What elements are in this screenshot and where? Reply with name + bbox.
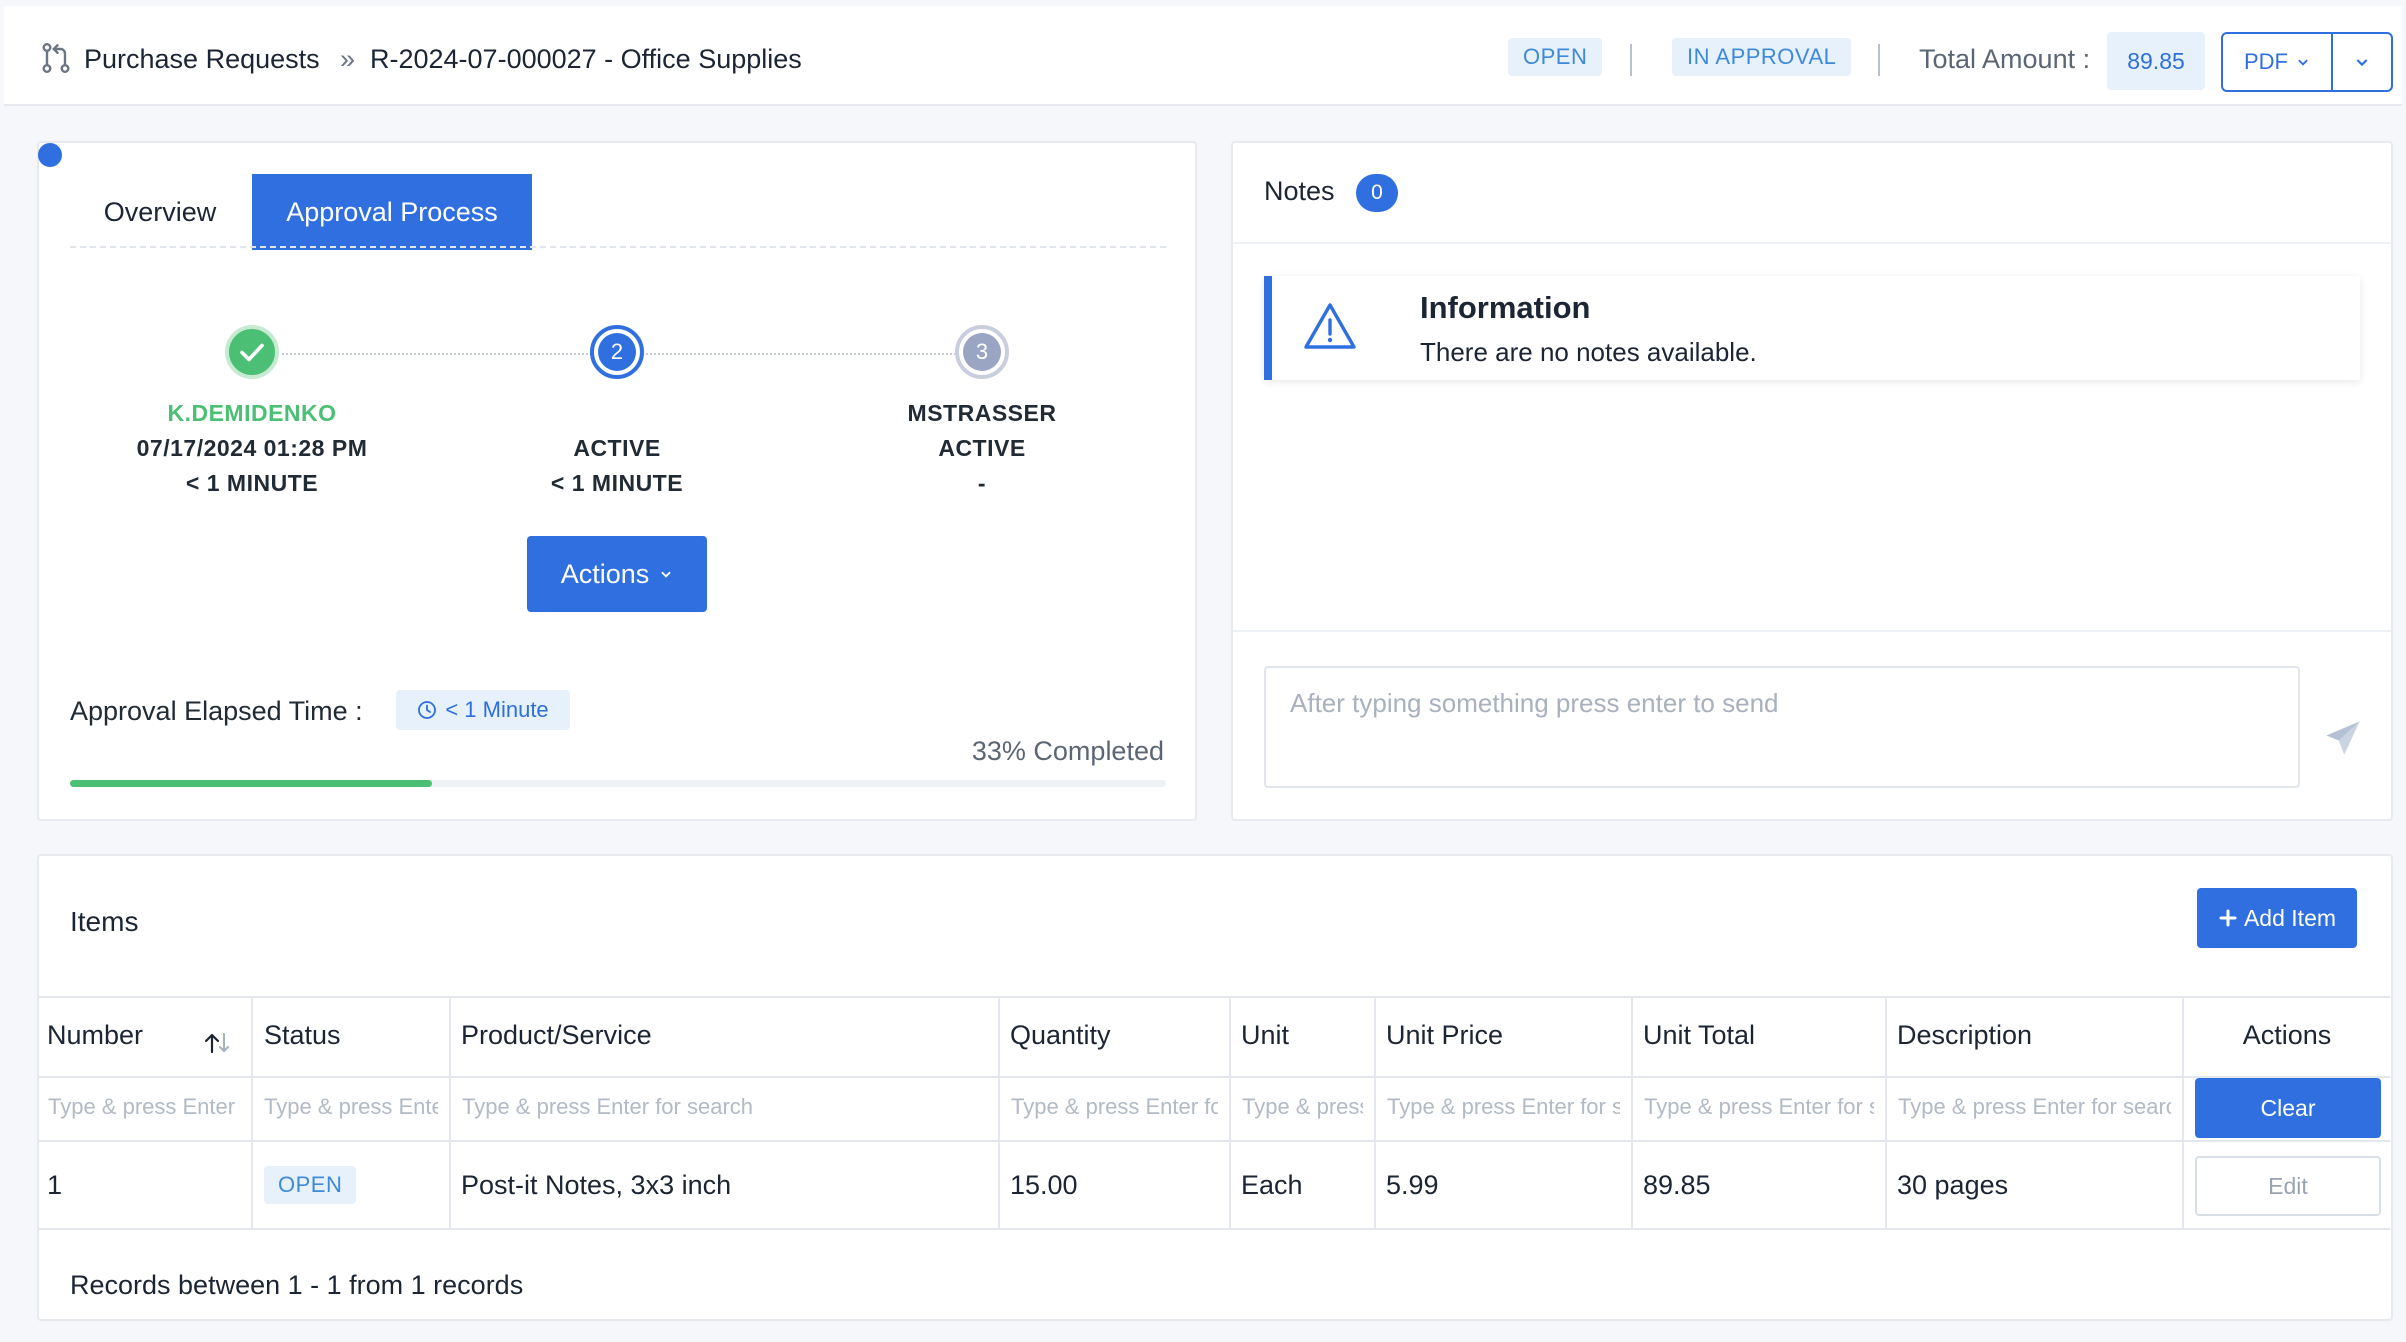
progress-bar-fill bbox=[70, 780, 432, 787]
step-1-name: K.DEMIDENKO bbox=[167, 400, 337, 426]
column-header-unit-price[interactable]: Unit Price bbox=[1386, 1020, 1503, 1051]
cell-unit-price: 5.99 bbox=[1386, 1170, 1439, 1200]
clock-icon bbox=[418, 701, 437, 719]
records-summary: Records between 1 - 1 from 1 records bbox=[70, 1270, 524, 1300]
completion-text: 33% Completed bbox=[971, 736, 1164, 766]
cell-unit: Each bbox=[1241, 1170, 1303, 1200]
table-border bbox=[251, 998, 253, 1230]
table-border bbox=[38, 1228, 2390, 1230]
check-icon bbox=[240, 343, 264, 362]
notes-title: Notes bbox=[1264, 176, 1335, 206]
actions-button-label: Actions bbox=[560, 558, 650, 589]
warning-triangle-icon bbox=[1304, 303, 1356, 349]
notes-divider bbox=[1233, 242, 2391, 244]
filter-unit-total-input[interactable] bbox=[1634, 1078, 1884, 1136]
filter-unit-input[interactable] bbox=[1232, 1078, 1373, 1136]
table-border bbox=[38, 1140, 2390, 1142]
notes-divider bbox=[1233, 630, 2391, 632]
elapsed-time-badge: < 1 Minute bbox=[396, 690, 570, 730]
cell-unit-total: 89.85 bbox=[1643, 1170, 1711, 1200]
cell-product: Post-it Notes, 3x3 inch bbox=[461, 1170, 732, 1200]
step-1-date: 07/17/2024 01:28 PM bbox=[136, 435, 368, 461]
progress-bar bbox=[70, 780, 1166, 787]
column-header-quantity[interactable]: Quantity bbox=[1010, 1020, 1111, 1051]
filter-number-input[interactable] bbox=[38, 1078, 250, 1136]
column-header-status[interactable]: Status bbox=[264, 1020, 341, 1051]
step-1-completed bbox=[225, 325, 279, 379]
edit-row-button[interactable]: Edit bbox=[2195, 1156, 2381, 1216]
step-1-duration: < 1 MINUTE bbox=[185, 470, 319, 496]
filter-status-input[interactable] bbox=[254, 1078, 448, 1136]
total-amount-value: 89.85 bbox=[2107, 32, 2205, 90]
step-connector bbox=[282, 353, 592, 355]
filter-description-input[interactable] bbox=[1888, 1078, 2181, 1136]
step-2-duration: < 1 MINUTE bbox=[550, 470, 684, 496]
cell-status-badge: OPEN bbox=[264, 1166, 357, 1204]
step-3-pending: 3 bbox=[955, 325, 1009, 379]
plus-icon bbox=[2219, 909, 2237, 927]
elapsed-time-label: Approval Elapsed Time : bbox=[70, 696, 363, 726]
info-alert-text: There are no notes available. bbox=[1420, 337, 1757, 367]
status-badge-open: OPEN bbox=[1508, 38, 1603, 76]
breadcrumb-root-link[interactable]: Purchase Requests bbox=[84, 44, 320, 75]
git-pull-request-icon bbox=[42, 42, 70, 73]
items-title: Items bbox=[70, 906, 139, 937]
page-header: Purchase Requests » R-2024-07-000027 - O… bbox=[4, 6, 2402, 106]
note-input[interactable] bbox=[1264, 666, 2300, 788]
tab-overview[interactable]: Overview bbox=[72, 174, 248, 250]
column-header-unit-total[interactable]: Unit Total bbox=[1643, 1020, 1755, 1051]
chevron-down-icon bbox=[661, 571, 672, 578]
cell-number: 1 bbox=[47, 1170, 63, 1200]
tab-divider bbox=[70, 246, 1166, 248]
column-header-unit[interactable]: Unit bbox=[1241, 1020, 1289, 1051]
table-border bbox=[998, 998, 1000, 1230]
tab-approval-process[interactable]: Approval Process bbox=[252, 174, 532, 250]
notes-count-badge: 0 bbox=[1356, 174, 1398, 212]
indicator-dot bbox=[38, 143, 62, 167]
chevron-down-icon bbox=[2298, 59, 2308, 66]
sort-ascending-icon[interactable] bbox=[202, 1030, 234, 1056]
table-border bbox=[449, 998, 451, 1230]
total-amount-label: Total Amount : bbox=[1919, 44, 2091, 74]
actions-dropdown-button[interactable]: Actions bbox=[527, 536, 707, 612]
step-3-duration: - bbox=[977, 470, 987, 496]
add-item-label: Add Item bbox=[2243, 904, 2337, 931]
column-header-product[interactable]: Product/Service bbox=[461, 1020, 652, 1051]
cell-quantity: 15.00 bbox=[1010, 1170, 1078, 1200]
breadcrumb-separator: » bbox=[340, 44, 356, 74]
send-icon[interactable] bbox=[2323, 718, 2363, 758]
header-divider bbox=[1878, 44, 1880, 76]
table-border bbox=[1631, 998, 1633, 1230]
step-number: 2 bbox=[598, 333, 636, 371]
filter-quantity-input[interactable] bbox=[1001, 1078, 1228, 1136]
step-number: 3 bbox=[963, 333, 1001, 371]
add-item-button[interactable]: Add Item bbox=[2197, 888, 2357, 948]
step-connector bbox=[646, 353, 956, 355]
filter-product-input[interactable] bbox=[452, 1078, 997, 1136]
step-3-name: MSTRASSER bbox=[907, 400, 1057, 426]
status-badge-in-approval: IN APPROVAL bbox=[1672, 38, 1852, 76]
info-alert-title: Information bbox=[1420, 290, 1591, 325]
step-2-status: ACTIVE bbox=[573, 435, 661, 461]
column-header-number[interactable]: Number bbox=[47, 1020, 143, 1051]
breadcrumb-current: R-2024-07-000027 - Office Supplies bbox=[370, 44, 802, 74]
table-border bbox=[1229, 998, 1231, 1230]
filter-unit-price-input[interactable] bbox=[1377, 1078, 1630, 1136]
step-2-current: 2 bbox=[590, 325, 644, 379]
pdf-button-label: PDF bbox=[2244, 49, 2288, 74]
elapsed-time-value: < 1 Minute bbox=[445, 697, 549, 722]
pdf-dropdown-toggle[interactable] bbox=[2331, 32, 2393, 92]
header-divider bbox=[1630, 44, 1632, 76]
chevron-down-icon bbox=[2356, 59, 2368, 67]
column-header-description[interactable]: Description bbox=[1897, 1020, 2032, 1051]
cell-description: 30 pages bbox=[1897, 1170, 2009, 1200]
table-border bbox=[1374, 998, 1376, 1230]
pdf-button[interactable]: PDF bbox=[2221, 32, 2333, 92]
table-border bbox=[38, 996, 2390, 998]
column-header-actions: Actions bbox=[2242, 1020, 2332, 1050]
step-3-status: ACTIVE bbox=[938, 435, 1026, 461]
clear-filters-button[interactable]: Clear bbox=[2195, 1078, 2381, 1138]
table-border bbox=[1885, 998, 1887, 1230]
